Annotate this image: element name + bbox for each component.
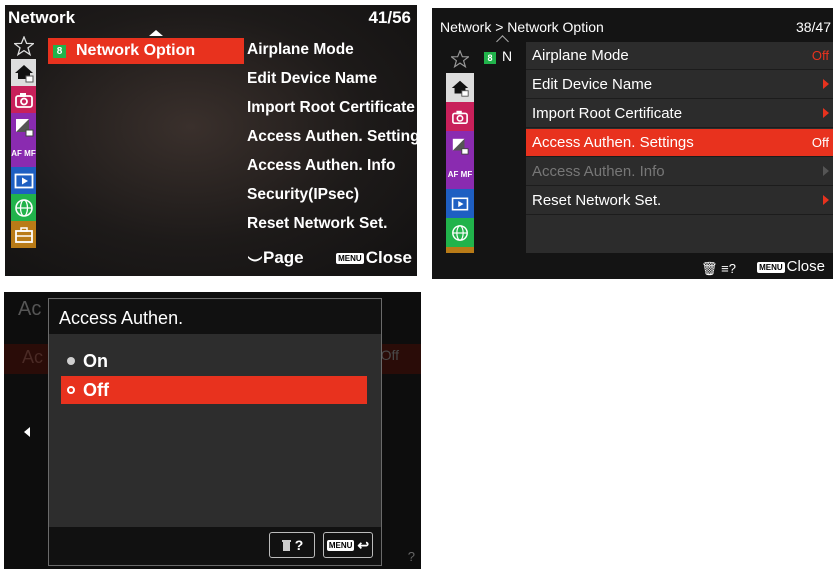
chevron-right-icon <box>823 79 829 89</box>
menu-item-reset-network-set[interactable]: Reset Network Set. <box>247 213 417 242</box>
page-hint[interactable]: Page <box>247 248 304 268</box>
row-label: Edit Device Name <box>532 76 653 93</box>
row-airplane-mode[interactable]: Airplane Mode Off <box>526 42 833 70</box>
toolbox-icon[interactable] <box>11 221 36 248</box>
exposure-icon[interactable] <box>446 131 474 160</box>
background-value: Off <box>380 347 399 363</box>
playback-icon[interactable] <box>11 167 36 194</box>
menu-item-edit-device-name[interactable]: Edit Device Name <box>247 68 417 97</box>
close-label: Close <box>786 258 825 275</box>
menu-footer: Page MENU Close <box>247 248 412 268</box>
row-value: Off <box>811 48 829 63</box>
network-option-screen: Network > Network Option 38/47 AF MF 8 N <box>432 8 833 279</box>
category-network-option[interactable]: 8 Network Option <box>48 38 244 64</box>
radio-selected-icon <box>67 386 75 394</box>
page-indicator: 41/56 <box>368 8 411 27</box>
row-edit-device-name[interactable]: Edit Device Name <box>526 71 833 99</box>
menu-key-badge: MENU <box>757 261 785 273</box>
category-number-badge: 8 <box>484 52 496 64</box>
network-menu-screen: Network 41/56 AF MF 8 Network Option Air… <box>5 5 417 276</box>
option-label: Off <box>83 379 109 400</box>
chevron-left-icon[interactable] <box>24 427 30 437</box>
page-label: Page <box>263 248 304 267</box>
row-value: Off <box>811 135 829 150</box>
trash-icon <box>281 539 291 551</box>
menu-key-badge: MENU <box>326 539 355 551</box>
af-mf-label: AF MF <box>447 169 473 179</box>
option-off[interactable]: Off <box>61 376 367 404</box>
star-icon[interactable] <box>11 32 36 59</box>
access-authen-dialog-screen: Ac Ac Off ? Access Authen. On Off ? MENU… <box>4 292 421 569</box>
background-row-label: Ac <box>22 347 44 367</box>
option-list: Airplane Mode Off Edit Device Name Impor… <box>526 42 833 253</box>
row-access-authen-info[interactable]: Access Authen. Info <box>526 158 833 186</box>
category-number-badge: 8 <box>53 44 66 58</box>
dialog-title: Access Authen. <box>59 308 184 328</box>
row-access-authen-settings[interactable]: Access Authen. Settings Off <box>526 129 833 157</box>
page-wheel-icon <box>248 255 262 262</box>
row-label: Airplane Mode <box>532 47 629 64</box>
option-label: On <box>83 350 108 371</box>
menu-item-access-authen-info[interactable]: Access Authen. Info <box>247 155 417 184</box>
star-icon[interactable] <box>446 44 474 73</box>
row-label: Reset Network Set. <box>532 192 662 209</box>
row-label: Access Authen. Info <box>532 163 665 180</box>
menu-item-list: Airplane Mode Edit Device Name Import Ro… <box>247 39 417 242</box>
close-label: Close <box>365 248 412 267</box>
close-hint[interactable]: MENU Close <box>336 248 412 268</box>
background-help: ? <box>407 549 415 564</box>
menu-key-badge: MENU <box>336 253 364 265</box>
row-import-root-certificate[interactable]: Import Root Certificate <box>526 100 833 128</box>
row-reset-network-set[interactable]: Reset Network Set. <box>526 187 833 215</box>
row-label: Import Root Certificate <box>532 105 683 122</box>
menu-title: Network <box>8 8 76 27</box>
exposure-icon[interactable] <box>11 113 36 140</box>
page-indicator: 38/47 <box>795 19 831 35</box>
radio-dot-icon <box>67 357 75 365</box>
camera-icon[interactable] <box>11 86 36 113</box>
menu-tabs: AF MF <box>11 32 36 248</box>
category-label-fragment: N <box>502 48 513 64</box>
back-icon: ↩ <box>357 536 370 553</box>
dialog-header: Access Authen. <box>49 299 381 334</box>
globe-icon[interactable] <box>446 218 474 247</box>
camera-icon[interactable] <box>446 102 474 131</box>
menu-tabs: AF MF <box>446 44 474 276</box>
row-label: Access Authen. Settings <box>532 134 694 151</box>
menu-item-security-ipsec[interactable]: Security(IPsec) <box>247 184 417 213</box>
close-hint[interactable]: MENU Close <box>757 258 825 275</box>
option-on[interactable]: On <box>61 347 367 375</box>
dialog-footer: ? MENU ↩ <box>49 527 381 565</box>
help-button[interactable]: ? <box>269 532 315 558</box>
delete-help-icon[interactable]: 🗑 ≡? <box>701 261 736 277</box>
menu-item-import-root-certificate[interactable]: Import Root Certificate <box>247 97 417 126</box>
back-button[interactable]: MENU ↩ <box>323 532 373 558</box>
playback-icon[interactable] <box>446 189 474 218</box>
home-icon[interactable] <box>11 59 36 86</box>
chevron-right-icon <box>823 166 829 176</box>
up-caret-icon <box>149 30 163 36</box>
background-title: Ac <box>18 298 42 320</box>
globe-icon[interactable] <box>11 194 36 221</box>
menu-item-airplane-mode[interactable]: Airplane Mode <box>247 39 417 68</box>
option-footer: 🗑 ≡? MENU Close <box>432 253 833 279</box>
chevron-right-icon <box>823 195 829 205</box>
breadcrumb: Network > Network Option <box>440 19 604 35</box>
af-mf-icon[interactable]: AF MF <box>11 140 36 167</box>
menu-item-access-authen-settings[interactable]: Access Authen. Settings <box>247 126 417 155</box>
up-caret-icon <box>496 35 509 48</box>
help-key: ? <box>294 537 304 553</box>
af-mf-label: AF MF <box>11 148 36 158</box>
category-label: Network Option <box>76 42 196 59</box>
access-authen-dialog: Access Authen. On Off ? MENU ↩ <box>48 298 382 566</box>
chevron-right-icon <box>823 108 829 118</box>
home-icon[interactable] <box>446 73 474 102</box>
af-mf-icon[interactable]: AF MF <box>446 160 474 189</box>
